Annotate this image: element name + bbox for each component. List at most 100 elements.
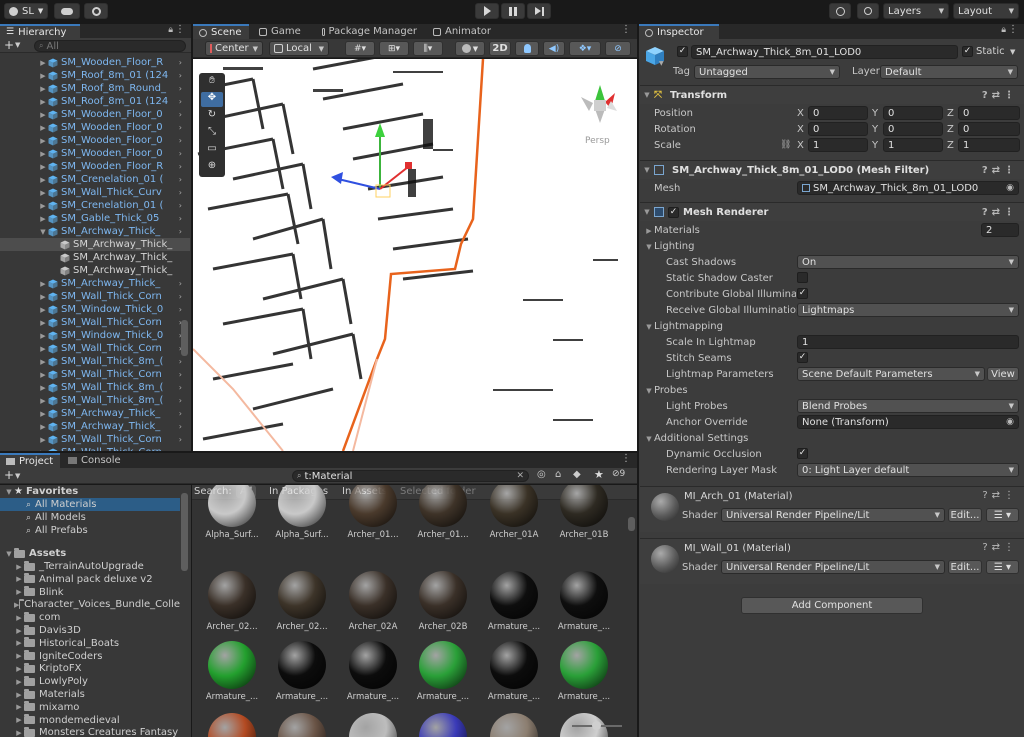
- chevron-right-icon[interactable]: ›: [179, 435, 182, 444]
- expand-right-icon[interactable]: ▶: [38, 410, 48, 418]
- rotate-tool-icon[interactable]: ↻: [203, 109, 221, 124]
- play-button[interactable]: [475, 3, 499, 19]
- material-thumbnail[interactable]: [278, 641, 326, 689]
- grid-snap-button[interactable]: #▾: [345, 41, 375, 56]
- expand-right-icon[interactable]: ▶: [14, 588, 24, 596]
- space-dropdown[interactable]: Local ▼: [269, 41, 329, 56]
- hierarchy-item[interactable]: ▶SM_Wall_Thick_Corn›: [0, 446, 190, 451]
- chevron-right-icon[interactable]: ›: [179, 357, 182, 366]
- rotation-z-input[interactable]: 0: [958, 122, 1020, 136]
- expand-right-icon[interactable]: ▶: [38, 332, 48, 340]
- material-thumbnail[interactable]: [208, 641, 256, 689]
- probes-foldout[interactable]: ▼ Probes: [644, 385, 687, 396]
- expand-down-icon[interactable]: ▼: [38, 228, 48, 236]
- hierarchy-item[interactable]: ▶ SM_Archway_Thick_ ›: [0, 277, 190, 290]
- orientation-gizmo[interactable]: [573, 75, 627, 139]
- add-component-button[interactable]: Add Component: [741, 597, 923, 614]
- expand-right-icon[interactable]: ▶: [38, 449, 48, 452]
- asset-folder[interactable]: ▶ Materials: [14, 688, 180, 701]
- scale-x-input[interactable]: 1: [808, 138, 868, 152]
- expand-right-icon[interactable]: ▶: [38, 163, 48, 171]
- expand-right-icon[interactable]: ▶: [38, 215, 48, 223]
- component-menu-icons[interactable]: ?⇄⋮: [982, 165, 1018, 176]
- expand-right-icon[interactable]: ▶: [38, 423, 48, 431]
- hand-tool-icon[interactable]: ✋︎: [203, 75, 221, 90]
- tab-project[interactable]: Project: [0, 453, 60, 468]
- cast-shadows-dropdown[interactable]: On ▼: [797, 255, 1019, 269]
- hierarchy-item[interactable]: ▶ SM_Wall_Thick_Curv ›: [0, 186, 190, 199]
- move-tool-icon[interactable]: ✥: [201, 92, 223, 107]
- scale-y-input[interactable]: 1: [883, 138, 943, 152]
- hierarchy-item[interactable]: ▶ SM_Wall_Thick_8m_(›: [0, 394, 190, 407]
- chevron-right-icon[interactable]: ›: [179, 292, 182, 301]
- pivot-dropdown[interactable]: Center ▼: [205, 41, 263, 56]
- hierarchy-item[interactable]: ▶ SM_Wooden_Floor_0 ›: [0, 147, 190, 160]
- shader-dropdown[interactable]: Universal Render Pipeline/Lit ▼: [721, 508, 945, 522]
- add-object-button[interactable]: +: [4, 38, 14, 52]
- expand-right-icon[interactable]: ▶: [38, 176, 48, 184]
- account-dropdown[interactable]: SL ▼: [4, 3, 48, 19]
- edit-shader-button[interactable]: Edit...: [948, 560, 982, 574]
- asset-folder[interactable]: ▶ _TerrainAutoUpgrade: [14, 560, 180, 573]
- asset-folder[interactable]: ▶ mixamo: [14, 701, 180, 714]
- material-thumbnail[interactable]: [419, 641, 467, 689]
- axis-label[interactable]: Y: [872, 140, 878, 151]
- hierarchy-item[interactable]: ▶SM_Wall_Thick_Corn›: [0, 342, 190, 355]
- slider-handle[interactable]: [592, 721, 601, 730]
- transform-header[interactable]: ▼ ⤧ Transform ?⇄⋮: [640, 85, 1024, 104]
- shader-dropdown[interactable]: Universal Render Pipeline/Lit ▼: [721, 560, 945, 574]
- chevron-right-icon[interactable]: ›: [179, 188, 182, 197]
- expand-right-icon[interactable]: ▶: [38, 137, 48, 145]
- chevron-right-icon[interactable]: ›: [179, 214, 182, 223]
- tab-hierarchy[interactable]: ☰ Hierarchy: [0, 24, 80, 38]
- rotation-y-input[interactable]: 0: [883, 122, 943, 136]
- material-thumbnail[interactable]: [278, 485, 326, 527]
- material-thumbnail[interactable]: [349, 713, 397, 737]
- axis-label[interactable]: Y: [872, 124, 878, 135]
- component-menu-icons[interactable]: ?⇄⋮: [982, 207, 1018, 218]
- expand-right-icon[interactable]: ▶: [38, 72, 48, 80]
- constrain-proportions-icon[interactable]: ⛓︎: [780, 140, 791, 150]
- shader-options-button[interactable]: ☰ ▾: [986, 560, 1019, 574]
- component-menu-icons[interactable]: ?⇄⋮: [982, 542, 1018, 553]
- static-shadow-caster-checkbox[interactable]: [797, 272, 808, 283]
- chevron-right-icon[interactable]: ›: [179, 396, 182, 405]
- chevron-right-icon[interactable]: ›: [179, 149, 182, 158]
- hierarchy-item[interactable]: ▶ SM_Roof_8m_01 (124 ›: [0, 95, 190, 108]
- lighting-toggle-button[interactable]: [515, 41, 539, 56]
- expand-right-icon[interactable]: ▶: [14, 652, 24, 660]
- position-z-input[interactable]: 0: [958, 106, 1020, 120]
- transform-tool-icon[interactable]: ⊕: [203, 160, 221, 175]
- expand-right-icon[interactable]: ▶: [14, 703, 24, 711]
- lightmapping-foldout[interactable]: ▼ Lightmapping: [644, 321, 723, 332]
- hierarchy-item[interactable]: ▶ SM_Gable_Thick_05 ›: [0, 212, 190, 225]
- materials-count-field[interactable]: 2: [981, 223, 1019, 237]
- edit-shader-button[interactable]: Edit...: [948, 508, 982, 522]
- tab-scene[interactable]: Scene: [193, 24, 249, 39]
- expand-right-icon[interactable]: ▶: [14, 691, 24, 699]
- lightmap-parameters-dropdown[interactable]: Scene Default Parameters ▼: [797, 367, 985, 381]
- chevron-right-icon[interactable]: ›: [179, 175, 182, 184]
- hierarchy-item[interactable]: ▶SM_Wall_Thick_Corn›: [0, 368, 190, 381]
- more-menu-icon[interactable]: ⋮: [1008, 24, 1018, 35]
- chevron-down-icon[interactable]: ▼: [15, 472, 20, 480]
- asset-folder[interactable]: ▶ IgniteCoders: [14, 650, 180, 663]
- hierarchy-item[interactable]: ▶ SM_Wooden_Floor_R ›: [0, 56, 190, 69]
- hierarchy-item[interactable]: ▶ SM_Wall_Thick_8m_(›: [0, 381, 190, 394]
- hierarchy-item[interactable]: ▶SM_Wall_Thick_Corn›: [0, 433, 190, 446]
- material-thumbnail[interactable]: [419, 485, 467, 527]
- assets-scrollbar[interactable]: [628, 517, 635, 531]
- chevron-right-icon[interactable]: ›: [179, 448, 182, 451]
- hierarchy-item[interactable]: ▶SM_Window_Thick_0›: [0, 329, 190, 342]
- chevron-right-icon[interactable]: ›: [179, 227, 182, 236]
- chevron-right-icon[interactable]: ›: [179, 71, 182, 80]
- chevron-right-icon[interactable]: ›: [179, 84, 182, 93]
- asset-folder[interactable]: ▶ KriptoFX: [14, 662, 180, 675]
- chevron-right-icon[interactable]: ›: [179, 123, 182, 132]
- expand-right-icon[interactable]: ▶: [38, 189, 48, 197]
- chevron-right-icon[interactable]: ›: [179, 110, 182, 119]
- expand-right-icon[interactable]: ▶: [38, 280, 48, 288]
- undo-history-button[interactable]: [829, 3, 851, 19]
- scale-in-lightmap-input[interactable]: 1: [797, 335, 1019, 349]
- object-name-input[interactable]: SM_Archway_Thick_8m_01_LOD0: [691, 45, 958, 59]
